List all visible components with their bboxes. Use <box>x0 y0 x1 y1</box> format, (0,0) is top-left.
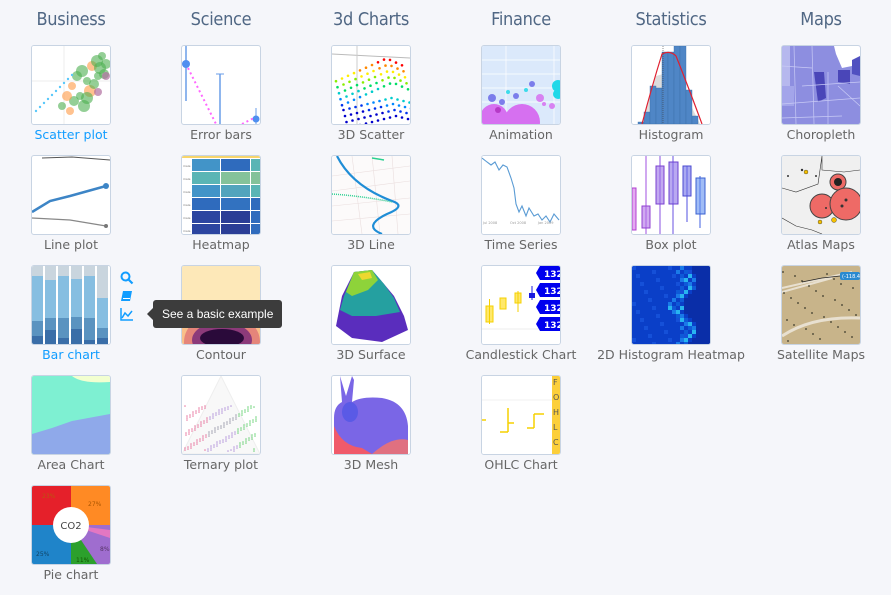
svg-text:27%: 27% <box>88 501 102 508</box>
chart-tile-label[interactable]: Box plot <box>596 236 746 254</box>
thumbnail-animation[interactable] <box>481 45 561 125</box>
thumbnail-ternary-plot[interactable] <box>181 375 261 455</box>
svg-text:11%: 11% <box>76 557 90 564</box>
chart-tile-label[interactable]: 3D Surface <box>296 346 446 364</box>
thumbnail-3d-line[interactable] <box>331 155 411 235</box>
chart-tile-label[interactable]: Atlas Maps <box>746 236 891 254</box>
thumbnail-pie-chart[interactable]: CO2 23% 27% 25% 11% 8% <box>31 485 111 565</box>
chart-tile-label[interactable]: Heatmap <box>146 236 296 254</box>
thumbnail-2d-histogram-heatmap[interactable] <box>631 265 711 345</box>
category-heading: Finance <box>491 9 551 30</box>
chart-tile-label[interactable]: Candlestick Chart <box>446 346 596 364</box>
svg-text:23%: 23% <box>42 493 56 500</box>
chart-tile-label[interactable]: 3D Scatter <box>296 126 446 144</box>
search-icon[interactable] <box>120 270 136 288</box>
pie-center-label: CO2 <box>60 521 81 532</box>
book-icon[interactable] <box>120 288 136 306</box>
chart-tile-label[interactable]: Satellite Maps <box>746 346 891 364</box>
chart-tile-label[interactable]: Animation <box>446 126 596 144</box>
chart-tile-label[interactable]: Ternary plot <box>146 456 296 474</box>
thumbnail-time-series[interactable]: Jul 2008 Oct 2008 Jan 2009 <box>481 155 561 235</box>
thumbnail-choropleth[interactable] <box>781 45 861 125</box>
thumbnail-satellite-maps[interactable]: (-118.4 <box>781 265 861 345</box>
thumbnail-box-plot[interactable] <box>631 155 711 235</box>
svg-text:male: male <box>183 203 191 207</box>
thumbnail-area-chart[interactable] <box>31 375 111 455</box>
thumbnail-3d-mesh[interactable] <box>331 375 411 455</box>
svg-text:male: male <box>183 190 191 194</box>
thumbnail-heatmap[interactable]: male male male male male male <box>181 155 261 235</box>
svg-text:H: H <box>553 408 559 417</box>
svg-text:male: male <box>183 177 191 181</box>
chart-tile-label[interactable]: Area Chart <box>0 456 146 474</box>
svg-text:male: male <box>183 229 191 233</box>
chart-tile-label[interactable]: Histogram <box>596 126 746 144</box>
category-heading: Science <box>190 9 252 30</box>
svg-text:132: 132 <box>544 321 560 331</box>
thumbnail-candlestick-chart[interactable]: 132 132 132 132 <box>481 265 561 345</box>
svg-text:132: 132 <box>544 304 560 314</box>
svg-text:132: 132 <box>544 270 560 280</box>
svg-text:Jul 2008: Jul 2008 <box>482 221 497 225</box>
chart-tile-label[interactable]: OHLC Chart <box>446 456 596 474</box>
svg-text:L: L <box>553 423 558 432</box>
svg-text:25%: 25% <box>36 551 50 558</box>
thumbnail-3d-surface[interactable] <box>331 265 411 345</box>
thumbnail-atlas-maps[interactable] <box>781 155 861 235</box>
thumbnail-histogram[interactable] <box>631 45 711 125</box>
thumbnail-line-plot[interactable] <box>31 155 111 235</box>
svg-text:male: male <box>183 164 191 168</box>
chart-tile-label[interactable]: Time Series <box>446 236 596 254</box>
thumbnail-scatter-plot[interactable] <box>31 45 111 125</box>
thumbnail-3d-scatter[interactable] <box>331 45 411 125</box>
category-heading: Business <box>36 9 106 30</box>
chart-tile-label[interactable]: 3D Mesh <box>296 456 446 474</box>
chart-tile-label[interactable]: 2D Histogram Heatmap <box>596 346 746 364</box>
svg-text:male: male <box>183 216 191 220</box>
chart-tile-label[interactable]: 3D Line <box>296 236 446 254</box>
svg-text:F: F <box>553 378 558 387</box>
category-heading: Maps <box>800 9 842 30</box>
hover-actions <box>120 270 136 324</box>
svg-text:C: C <box>553 438 559 447</box>
category-heading: Statistics <box>635 9 707 30</box>
chart-tile-label[interactable]: Scatter plot <box>0 126 146 144</box>
svg-text:Jan 2009: Jan 2009 <box>537 221 553 225</box>
svg-text:132: 132 <box>544 287 560 297</box>
thumbnail-error-bars[interactable] <box>181 45 261 125</box>
chart-line-icon[interactable] <box>120 306 136 324</box>
thumbnail-ohlc-chart[interactable]: FOHLC <box>481 375 561 455</box>
svg-text:O: O <box>553 393 559 402</box>
thumbnail-bar-chart[interactable] <box>31 265 111 345</box>
svg-text:Oct 2008: Oct 2008 <box>510 221 526 225</box>
svg-text:8%: 8% <box>100 546 110 553</box>
tooltip: See a basic example <box>146 300 283 328</box>
chart-tile-label[interactable]: Bar chart <box>0 346 146 364</box>
chart-tile-label[interactable]: Error bars <box>146 126 296 144</box>
svg-text:(-118.4: (-118.4 <box>842 274 860 280</box>
chart-tile-label[interactable]: Pie chart <box>0 566 146 584</box>
chart-tile-label[interactable]: Line plot <box>0 236 146 254</box>
category-heading: 3d Charts <box>333 9 409 30</box>
chart-tile-label[interactable]: Contour <box>146 346 296 364</box>
chart-tile-label[interactable]: Choropleth <box>746 126 891 144</box>
